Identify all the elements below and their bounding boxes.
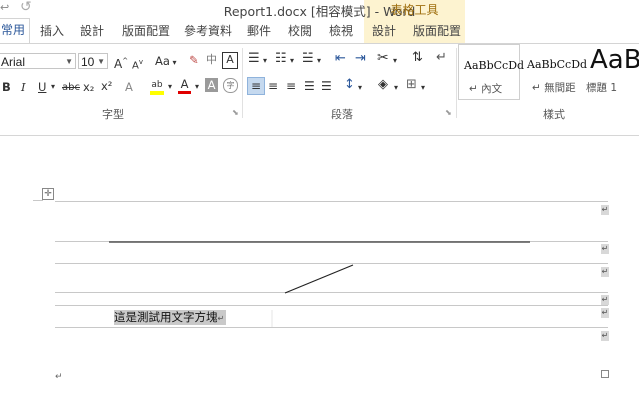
subscript-button[interactable]: x₂: [83, 80, 94, 94]
tab-design[interactable]: 設計: [80, 22, 104, 39]
chevron-down-icon[interactable]: ▾: [358, 81, 362, 95]
diagonal-line-shape[interactable]: [284, 264, 354, 294]
grow-font-button[interactable]: A^: [114, 54, 128, 71]
font-color-button[interactable]: A: [178, 77, 191, 94]
strikethrough-button[interactable]: abc: [62, 81, 80, 95]
grow-font-icon: A: [114, 57, 123, 71]
font-size-value: 10: [81, 55, 95, 69]
highlight-button[interactable]: ab: [150, 78, 164, 95]
text-effects-icon[interactable]: A: [125, 80, 133, 94]
align-right-icon[interactable]: ≡: [286, 79, 296, 93]
table-resize-handle-icon[interactable]: [601, 370, 609, 378]
bullets-icon[interactable]: ☰: [248, 52, 260, 66]
enclose-characters-button[interactable]: 字: [223, 78, 238, 93]
borders-icon[interactable]: ⊞: [406, 78, 417, 92]
sort-icon[interactable]: ⇅: [412, 51, 423, 65]
text-box-content[interactable]: 這是測試用文字方塊↵: [114, 310, 227, 325]
paragraph-mark: ↵: [55, 372, 63, 382]
phonetic-guide-icon: 中: [206, 53, 217, 66]
style-item-no-spacing[interactable]: AaBbCcDd ↵ 無間距: [522, 44, 588, 100]
italic-button[interactable]: I: [21, 80, 26, 94]
font-color-icon: A: [180, 77, 189, 91]
phonetic-guide-button[interactable]: 中: [206, 53, 217, 67]
style-item-heading1[interactable]: AaB 標題 1: [586, 44, 639, 100]
shrink-font-button[interactable]: Av: [132, 55, 143, 73]
chevron-down-icon[interactable]: ▾: [195, 80, 199, 94]
multilevel-list-icon[interactable]: ☱: [302, 52, 314, 66]
styles-group-label: 樣式: [543, 108, 565, 121]
chevron-down-icon[interactable]: ▾: [317, 54, 321, 68]
style-name: ↵ 內文: [469, 83, 503, 95]
tab-table-design[interactable]: 設計: [372, 22, 396, 39]
tab-insert[interactable]: 插入: [40, 22, 64, 39]
tab-review[interactable]: 校閱: [288, 22, 312, 39]
style-preview: AaB: [590, 45, 639, 75]
tab-home[interactable]: 常用: [0, 18, 31, 44]
line-spacing-icon[interactable]: ↕: [344, 78, 355, 92]
bold-button[interactable]: B: [2, 80, 11, 94]
style-item-normal[interactable]: AaBbCcDd ↵ 內文: [458, 44, 524, 100]
align-left-button[interactable]: ≡: [247, 77, 265, 95]
clear-formatting-icon[interactable]: ✎: [189, 53, 199, 67]
chevron-down-icon[interactable]: ▼: [97, 54, 105, 70]
chevron-down-icon[interactable]: ▾: [51, 80, 55, 94]
font-name-value: Arial: [1, 55, 26, 69]
chinese-layout-icon[interactable]: ✂: [377, 51, 389, 65]
style-preview: AaBbCcDd: [527, 58, 588, 71]
text-box-text: 這是測試用文字方塊: [114, 310, 218, 324]
chevron-down-icon[interactable]: ▾: [393, 54, 397, 68]
highlight-icon: ab: [151, 80, 163, 90]
document-canvas[interactable]: ✛ ↵ ↵ ↵ ↵ ↵ ↵ 這是測試用文字方塊↵ ↵: [0, 122, 639, 412]
tab-layout[interactable]: 版面配置: [122, 22, 170, 39]
paragraph-dialog-launcher-icon[interactable]: ⬊: [445, 108, 452, 117]
paragraph-group-label: 段落: [331, 108, 353, 121]
character-shading-button[interactable]: A: [205, 78, 218, 92]
ribbon: Arial ▼ 10 ▼ A^ Av Aa ▾ ✎ 中 A B I U ▾ ab…: [0, 43, 639, 123]
show-formatting-marks-icon[interactable]: ↵: [436, 51, 447, 65]
font-size-combobox[interactable]: 10 ▼: [78, 53, 108, 69]
chevron-down-icon[interactable]: ▾: [290, 54, 294, 68]
align-center-icon[interactable]: ≡: [268, 79, 278, 93]
increase-indent-icon[interactable]: ⇥: [355, 52, 366, 66]
chevron-down-icon[interactable]: ▾: [394, 81, 398, 95]
font-dialog-launcher-icon[interactable]: ⬊: [232, 108, 239, 117]
chevron-down-icon[interactable]: ▾: [168, 80, 172, 94]
justify-icon[interactable]: ☰: [304, 79, 315, 93]
group-separator: [242, 48, 243, 118]
shading-icon[interactable]: ◈: [378, 78, 388, 92]
change-case-button[interactable]: Aa ▾: [155, 54, 176, 70]
distributed-icon[interactable]: ☰: [321, 79, 332, 93]
ribbon-tabs: 常用 插入 設計 版面配置 參考資料 郵件 校閱 檢視 設計 版面配置: [0, 18, 639, 44]
tab-references[interactable]: 參考資料: [184, 22, 232, 39]
decrease-indent-icon[interactable]: ⇤: [335, 52, 346, 66]
tab-table-layout[interactable]: 版面配置: [413, 22, 461, 39]
change-case-icon: Aa: [155, 54, 170, 68]
tab-mailings[interactable]: 郵件: [247, 22, 271, 39]
style-name: 標題 1: [586, 82, 618, 94]
shrink-font-icon: A: [132, 60, 139, 72]
numbering-icon[interactable]: ☷: [275, 52, 287, 66]
chevron-down-icon[interactable]: ▾: [421, 81, 425, 95]
chevron-down-icon[interactable]: ▼: [65, 54, 73, 70]
character-border-button[interactable]: A: [222, 52, 238, 69]
tab-view[interactable]: 檢視: [329, 22, 353, 39]
superscript-button[interactable]: x²: [101, 79, 112, 93]
character-border-icon: A: [226, 53, 234, 66]
underline-button[interactable]: U: [38, 80, 46, 94]
style-name: ↵ 無間距: [532, 82, 576, 94]
font-name-combobox[interactable]: Arial ▼: [0, 53, 76, 69]
chevron-down-icon[interactable]: ▾: [263, 54, 267, 68]
drawing-layer: [109, 241, 530, 327]
group-separator: [456, 48, 457, 118]
style-preview: AaBbCcDd: [464, 59, 525, 72]
table-tools-label: 表格工具: [390, 3, 439, 17]
font-group-label: 字型: [102, 108, 124, 121]
